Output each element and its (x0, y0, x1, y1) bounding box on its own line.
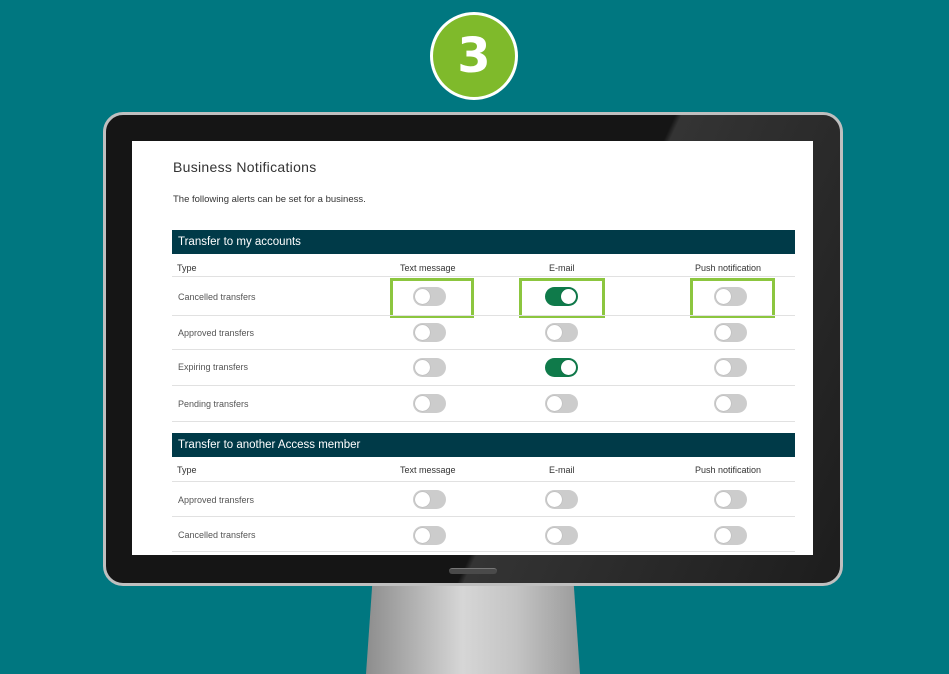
highlight-box-text-message (390, 278, 474, 318)
toggle-knob (716, 528, 731, 543)
toggle-knob (547, 325, 562, 340)
column-header-email: E-mail (549, 465, 575, 475)
intro-text: The following alerts can be set for a bu… (173, 194, 366, 205)
toggle-knob (716, 396, 731, 411)
row-divider (172, 385, 795, 386)
monitor-stand (366, 582, 580, 674)
highlight-box-email (519, 278, 605, 318)
toggle-knob (716, 492, 731, 507)
toggle-member-approved-text-message[interactable] (413, 490, 446, 509)
toggle-knob (716, 325, 731, 340)
section-header-transfer-to-my-accounts: Transfer to my accounts (172, 230, 795, 254)
toggle-member-approved-email[interactable] (545, 490, 578, 509)
column-header-email: E-mail (549, 263, 575, 273)
toggle-expiring-text-message[interactable] (413, 358, 446, 377)
highlight-box-push (690, 278, 775, 318)
toggle-member-cancelled-push[interactable] (714, 526, 747, 545)
toggle-approved-email[interactable] (545, 323, 578, 342)
row-divider (172, 516, 795, 517)
row-label-cancelled-transfers: Cancelled transfers (178, 530, 256, 540)
toggle-approved-push[interactable] (714, 323, 747, 342)
toggle-knob (415, 396, 430, 411)
toggle-knob (415, 325, 430, 340)
toggle-knob (415, 492, 430, 507)
toggle-approved-text-message[interactable] (413, 323, 446, 342)
row-label-expiring-transfers: Expiring transfers (178, 362, 249, 372)
monitor-logo-slot (449, 568, 497, 574)
toggle-member-cancelled-text-message[interactable] (413, 526, 446, 545)
toggle-knob (547, 396, 562, 411)
row-label-cancelled-transfers: Cancelled transfers (178, 292, 256, 302)
toggle-expiring-push[interactable] (714, 358, 747, 377)
column-header-text-message: Text message (400, 465, 456, 475)
column-header-push-notification: Push notification (695, 465, 762, 475)
step-badge: 3 (430, 12, 518, 100)
column-header-text-message: Text message (400, 263, 456, 273)
row-label-approved-transfers: Approved transfers (178, 328, 255, 338)
page-title: Business Notifications (173, 159, 317, 175)
toggle-knob (415, 360, 430, 375)
toggle-pending-text-message[interactable] (413, 394, 446, 413)
toggle-pending-email[interactable] (545, 394, 578, 413)
toggle-knob (547, 528, 562, 543)
toggle-knob (561, 360, 576, 375)
row-label-approved-transfers: Approved transfers (178, 495, 255, 505)
toggle-knob (415, 528, 430, 543)
row-divider (172, 315, 795, 316)
section-header-transfer-to-another-access-member: Transfer to another Access member (172, 433, 795, 457)
toggle-member-approved-push[interactable] (714, 490, 747, 509)
column-header-type: Type (177, 263, 197, 273)
row-divider (172, 276, 795, 277)
row-label-pending-transfers: Pending transfers (178, 399, 249, 409)
row-divider (172, 421, 795, 422)
toggle-expiring-email[interactable] (545, 358, 578, 377)
toggle-knob (547, 492, 562, 507)
row-divider (172, 551, 795, 552)
column-header-type: Type (177, 465, 197, 475)
screen: Business Notifications The following ale… (132, 141, 813, 555)
row-divider (172, 349, 795, 350)
toggle-knob (716, 360, 731, 375)
toggle-pending-push[interactable] (714, 394, 747, 413)
row-divider (172, 481, 795, 482)
toggle-member-cancelled-email[interactable] (545, 526, 578, 545)
column-header-push-notification: Push notification (695, 263, 762, 273)
